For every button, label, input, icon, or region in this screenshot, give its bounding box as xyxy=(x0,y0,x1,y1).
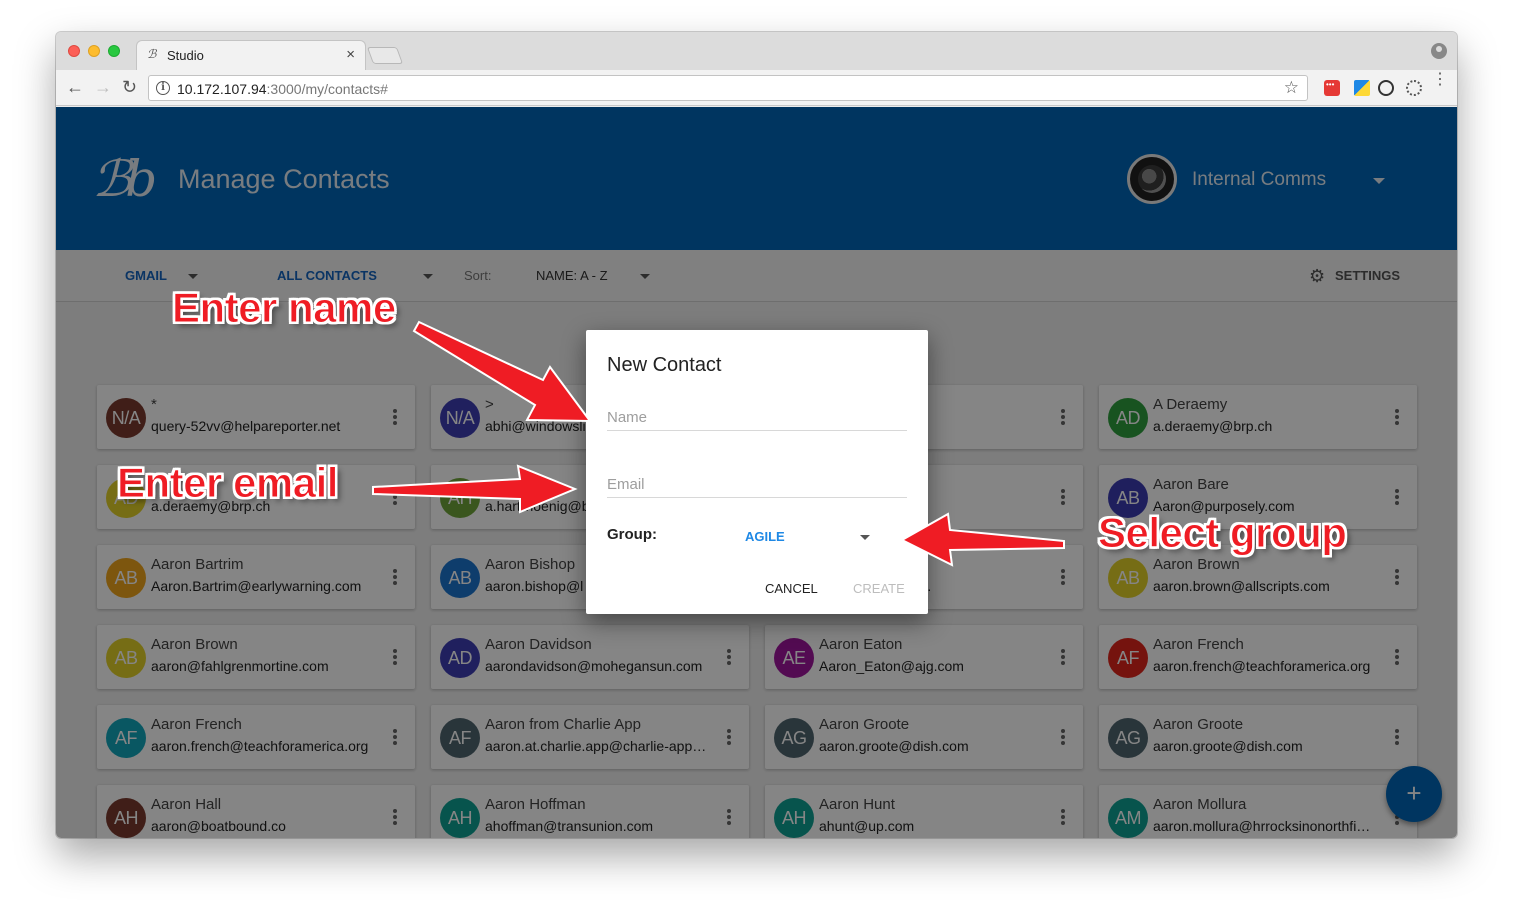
new-tab-button[interactable] xyxy=(366,47,404,64)
tab-close-icon[interactable]: × xyxy=(346,46,355,63)
reload-icon[interactable]: ↻ xyxy=(122,77,137,97)
minimize-window-button[interactable] xyxy=(88,45,100,57)
bookmark-star-icon[interactable]: ☆ xyxy=(1284,78,1299,98)
browser-toolbar: ← → ↻ i 10.172.107.94:3000/my/contacts# … xyxy=(56,70,1457,106)
browser-menu-icon[interactable]: ⋮ xyxy=(1432,72,1448,88)
annotation-enter-email: Enter email xyxy=(117,459,339,507)
cancel-button[interactable]: CANCEL xyxy=(765,581,818,596)
tab-title: Studio xyxy=(167,48,204,63)
url-text: 10.172.107.94:3000/my/contacts# xyxy=(177,81,388,97)
group-select[interactable]: AGILE xyxy=(745,529,785,544)
profile-icon[interactable] xyxy=(1431,43,1447,59)
close-window-button[interactable] xyxy=(68,45,80,57)
settings-extension-icon[interactable] xyxy=(1406,80,1422,96)
lastpass-extension-icon[interactable] xyxy=(1324,80,1340,96)
annotation-select-group: Select group xyxy=(1097,509,1347,557)
browser-window: ℬ Studio × ← → ↻ i 10.172.107.94:3000/my… xyxy=(56,32,1457,838)
annotation-enter-name: Enter name xyxy=(172,284,397,332)
dialog-title: New Contact xyxy=(607,354,722,376)
create-button[interactable]: CREATE xyxy=(853,581,905,596)
email-input[interactable] xyxy=(607,472,907,498)
url-path: :3000/my/contacts# xyxy=(266,81,388,97)
zoom-window-button[interactable] xyxy=(108,45,120,57)
tab-strip: ℬ Studio × xyxy=(56,32,1457,70)
address-bar[interactable]: i 10.172.107.94:3000/my/contacts# ☆ xyxy=(148,75,1308,101)
studio-favicon-icon: ℬ xyxy=(147,47,157,61)
url-host: 10.172.107.94 xyxy=(177,81,267,97)
back-icon[interactable]: ← xyxy=(66,77,84,97)
tab-studio[interactable]: ℬ Studio × xyxy=(136,40,366,70)
group-dropdown-icon[interactable] xyxy=(860,535,870,540)
new-contact-dialog: New Contact Group: AGILE CANCEL CREATE xyxy=(586,330,928,614)
key-extension-icon[interactable] xyxy=(1378,80,1394,96)
site-info-icon[interactable]: i xyxy=(156,81,170,95)
group-label: Group: xyxy=(607,526,657,543)
drive-extension-icon[interactable] xyxy=(1354,80,1370,96)
name-input[interactable] xyxy=(607,405,907,431)
forward-icon[interactable]: → xyxy=(94,77,112,97)
